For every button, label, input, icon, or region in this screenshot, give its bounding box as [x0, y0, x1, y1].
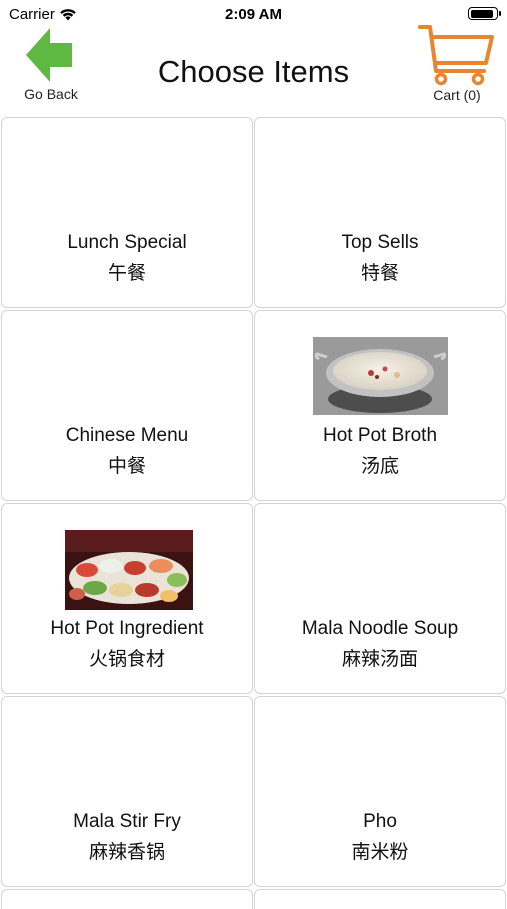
category-name-cn: 中餐 [107, 456, 146, 477]
category-name: Mala Stir Fry [73, 811, 181, 832]
category-name-cn: 火锅食材 [88, 649, 165, 670]
category-name-cn: 汤底 [360, 456, 399, 477]
cart-label: Cart (0) [433, 87, 481, 103]
category-tile-pho[interactable]: Pho 南米粉 [254, 696, 506, 887]
nav-bar: Go Back Choose Items Cart (0) [0, 22, 507, 114]
clock: 2:09 AM [225, 6, 282, 23]
category-name-cn: 特餐 [360, 263, 399, 284]
category-tile-partial[interactable] [1, 889, 253, 909]
category-tile-partial[interactable] [254, 889, 506, 909]
category-tile-chinese-menu[interactable]: Chinese Menu 中餐 [1, 310, 253, 501]
category-name: Hot Pot Broth [322, 425, 438, 446]
category-name: Mala Noodle Soup [301, 618, 459, 639]
category-name-cn: 南米粉 [351, 842, 409, 863]
category-tile-top-sells[interactable]: Top Sells 特餐 [254, 117, 506, 308]
category-name: Pho [363, 811, 397, 832]
cart-button[interactable]: Cart (0) [412, 22, 502, 108]
category-name: Lunch Special [67, 232, 187, 253]
category-tile-mala-noodle-soup[interactable]: Mala Noodle Soup 麻辣汤面 [254, 503, 506, 694]
category-tile-hot-pot-broth[interactable]: Hot Pot Broth 汤底 [254, 310, 506, 501]
category-name-cn: 午餐 [107, 263, 146, 284]
category-name: Top Sells [341, 232, 419, 253]
hot-pot-ingredient-photo [65, 530, 193, 610]
category-tile-mala-stir-fry[interactable]: Mala Stir Fry 麻辣香锅 [1, 696, 253, 887]
category-name-cn: 麻辣汤面 [341, 649, 418, 670]
category-name: Hot Pot Ingredient [50, 618, 204, 639]
category-tile-lunch-special[interactable]: Lunch Special 午餐 [1, 117, 253, 308]
cart-icon [418, 25, 494, 86]
category-tile-hot-pot-ingredient[interactable]: Hot Pot Ingredient 火锅食材 [1, 503, 253, 694]
category-name: Chinese Menu [65, 425, 189, 446]
category-name-cn: 麻辣香锅 [88, 842, 165, 863]
hot-pot-broth-photo [313, 337, 448, 415]
battery-icon [468, 7, 501, 20]
